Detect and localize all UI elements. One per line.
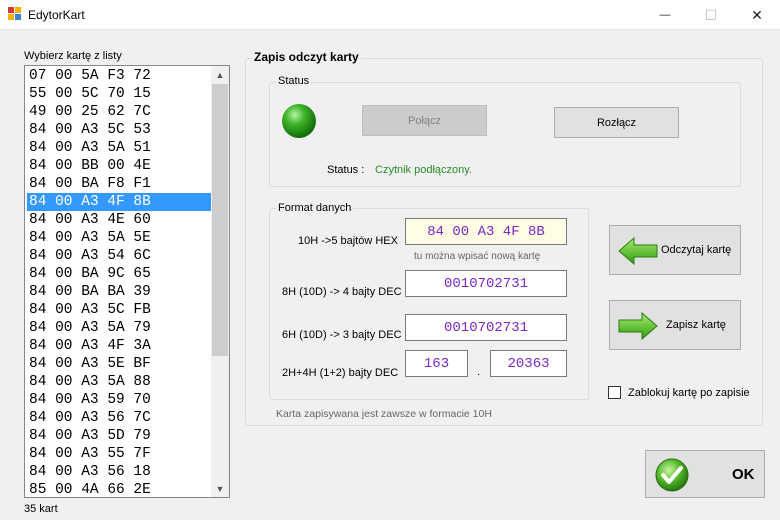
arrow-left-icon xyxy=(618,237,658,265)
list-item[interactable]: 84 00 BA 9C 65 xyxy=(27,265,211,283)
format-group-label: Format danych xyxy=(276,202,354,214)
minimize-button[interactable]: — xyxy=(642,0,688,30)
scroll-up-icon[interactable]: ▲ xyxy=(211,66,229,83)
list-item[interactable]: 84 00 A3 56 18 xyxy=(27,463,211,481)
list-item[interactable]: 84 00 BA BA 39 xyxy=(27,283,211,301)
list-item[interactable]: 84 00 A3 5A 79 xyxy=(27,319,211,337)
card-list[interactable]: 07 00 5A F3 72 55 00 5C 70 15 49 00 25 62 … xyxy=(24,65,230,498)
read-card-label: Odczytaj kartę xyxy=(661,244,732,256)
dec6-input[interactable]: 0010702731 xyxy=(405,314,567,341)
connect-button[interactable]: Połącz xyxy=(362,105,487,136)
hex-label: 10H ->5 bajtów HEX xyxy=(298,235,398,247)
list-item[interactable]: 84 00 A3 4F 8B xyxy=(27,193,211,211)
card-count: 35 kart xyxy=(24,503,58,515)
format-note: Karta zapisywana jest zawsze w formacie … xyxy=(276,408,492,420)
read-card-button[interactable]: Odczytaj kartę xyxy=(609,225,741,275)
connection-led-icon xyxy=(282,104,316,138)
app-icon xyxy=(8,7,21,20)
dec2-byte-input[interactable]: 163 xyxy=(405,350,468,377)
list-item[interactable]: 84 00 A3 5C 53 xyxy=(27,121,211,139)
list-item[interactable]: 84 00 A3 4E 60 xyxy=(27,211,211,229)
dec2-word-input[interactable]: 20363 xyxy=(490,350,567,377)
close-button[interactable]: ✕ xyxy=(734,0,780,30)
disconnect-button[interactable]: Rozłącz xyxy=(554,107,679,138)
window-title: EdytorKart xyxy=(28,8,85,22)
list-item[interactable]: 49 00 25 62 7C xyxy=(27,103,211,121)
minimize-icon: — xyxy=(659,9,671,21)
dec2-label: 2H+4H (1+2) bajty DEC xyxy=(282,367,399,379)
status-value: Czytnik podłączony. xyxy=(375,164,473,176)
read-write-group-label: Zapis odczyt karty xyxy=(252,50,361,64)
card-list-label: Wybierz kartę z listy xyxy=(24,50,122,62)
list-scrollbar[interactable]: ▲ ▼ xyxy=(211,66,229,497)
status-group-label: Status xyxy=(276,75,312,87)
list-item[interactable]: 84 00 A3 56 7C xyxy=(27,409,211,427)
dec8-input[interactable]: 0010702731 xyxy=(405,270,567,297)
title-bar: EdytorKart — ☐ ✕ xyxy=(0,0,780,30)
hex-hint: tu można wpisać nową kartę xyxy=(414,251,541,262)
arrow-right-icon xyxy=(618,312,658,340)
maximize-button[interactable]: ☐ xyxy=(688,0,734,30)
write-card-button[interactable]: Zapisz kartę xyxy=(609,300,741,350)
list-item[interactable]: 84 00 A3 54 6C xyxy=(27,247,211,265)
list-item[interactable]: 84 00 A3 5D 79 xyxy=(27,427,211,445)
dec2-separator: . xyxy=(477,366,481,378)
ok-label: OK xyxy=(732,466,755,483)
list-item[interactable]: 84 00 A3 5A 5E xyxy=(27,229,211,247)
ok-button[interactable]: OK xyxy=(645,450,765,498)
list-item[interactable]: 55 00 5C 70 15 xyxy=(27,85,211,103)
list-item[interactable]: 84 00 A3 5E BF xyxy=(27,355,211,373)
status-key-label: Status : xyxy=(327,164,365,176)
hex-input[interactable]: 84 00 A3 4F 8B xyxy=(405,218,567,245)
lock-card-checkbox[interactable] xyxy=(608,386,621,399)
list-item[interactable]: 84 00 BA F8 F1 xyxy=(27,175,211,193)
list-item[interactable]: 84 00 A3 55 7F xyxy=(27,445,211,463)
checkmark-icon xyxy=(655,458,689,492)
list-item[interactable]: 85 00 4A 66 2E xyxy=(27,481,211,499)
dec6-label: 6H (10D) -> 3 bajty DEC xyxy=(282,329,402,341)
list-item[interactable]: 84 00 BB 00 4E xyxy=(27,157,211,175)
write-card-label: Zapisz kartę xyxy=(666,319,726,331)
list-item[interactable]: 84 00 A3 4F 3A xyxy=(27,337,211,355)
list-item[interactable]: 84 00 A3 59 70 xyxy=(27,391,211,409)
scroll-thumb[interactable] xyxy=(212,84,228,356)
maximize-icon: ☐ xyxy=(704,6,718,23)
list-item[interactable]: 84 00 A3 5C FB xyxy=(27,301,211,319)
list-item[interactable]: 84 00 A3 5A 51 xyxy=(27,139,211,157)
lock-card-label[interactable]: Zablokuj kartę po zapisie xyxy=(628,387,750,399)
list-item[interactable]: 07 00 5A F3 72 xyxy=(27,67,211,85)
scroll-down-icon[interactable]: ▼ xyxy=(211,480,229,497)
dec8-label: 8H (10D) -> 4 bajty DEC xyxy=(282,286,402,298)
list-item[interactable]: 84 00 A3 5A 88 xyxy=(27,373,211,391)
close-icon: ✕ xyxy=(751,6,763,23)
